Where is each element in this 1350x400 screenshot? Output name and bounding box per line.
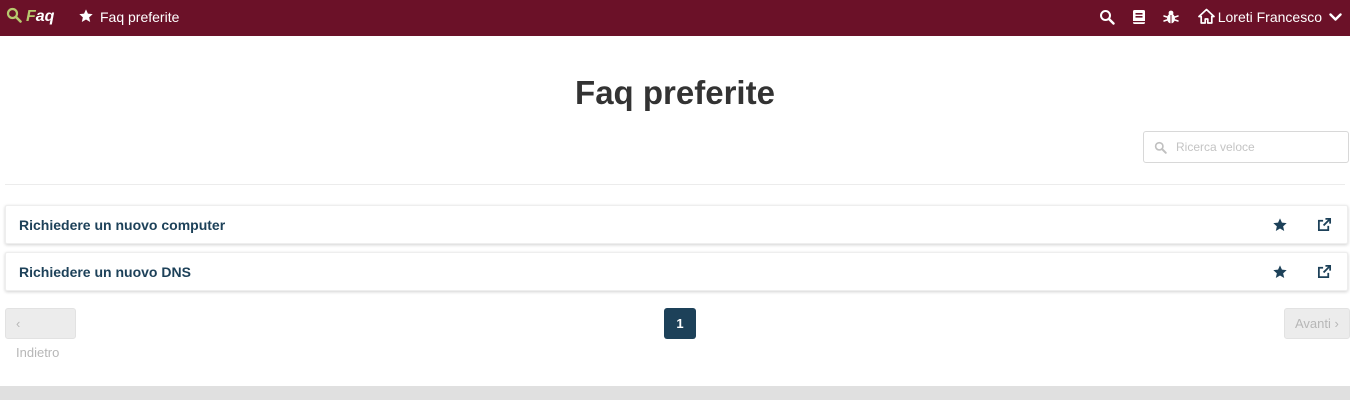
search-icon [6, 7, 22, 28]
home-icon [1197, 8, 1215, 27]
list-item[interactable]: Richiedere un nuovo computer [5, 205, 1348, 244]
user-menu[interactable]: Loreti Francesco [1197, 8, 1342, 27]
chevron-down-icon [1329, 9, 1342, 25]
page-title: Faq preferite [575, 74, 775, 111]
nav-right-group: Loreti Francesco [1098, 6, 1342, 28]
search-input[interactable] [1176, 132, 1344, 162]
faq-title[interactable]: Richiedere un nuovo DNS [19, 264, 191, 280]
bug-icon[interactable] [1162, 8, 1180, 26]
top-navbar: Faq Faq preferite Loreti Francesco [0, 0, 1350, 36]
brand-logo[interactable]: Faq [6, 6, 54, 28]
external-link-icon[interactable] [1317, 264, 1332, 284]
list-item[interactable]: Richiedere un nuovo DNS [5, 252, 1348, 291]
brand-letter: F [26, 8, 36, 25]
external-link-icon[interactable] [1317, 217, 1332, 237]
search-icon [1154, 141, 1167, 159]
star-icon[interactable] [1272, 264, 1288, 285]
nav-link-label: Faq preferite [100, 9, 180, 25]
brand-name: aq [35, 8, 55, 25]
search-icon[interactable] [1098, 8, 1116, 26]
nav-faq-preferite[interactable]: Faq preferite [78, 6, 179, 28]
book-icon[interactable] [1130, 8, 1148, 26]
next-page-button[interactable]: Avanti › [1284, 308, 1350, 339]
quick-search [1143, 131, 1349, 163]
footer-band [0, 386, 1350, 400]
user-name: Loreti Francesco [1217, 9, 1322, 25]
prev-page-button[interactable]: ‹ Indietro [5, 308, 76, 360]
page-number-button[interactable]: 1 [664, 308, 696, 339]
star-icon[interactable] [1272, 217, 1288, 238]
faq-title[interactable]: Richiedere un nuovo computer [19, 217, 225, 233]
divider [5, 184, 1345, 185]
star-icon [78, 8, 94, 27]
